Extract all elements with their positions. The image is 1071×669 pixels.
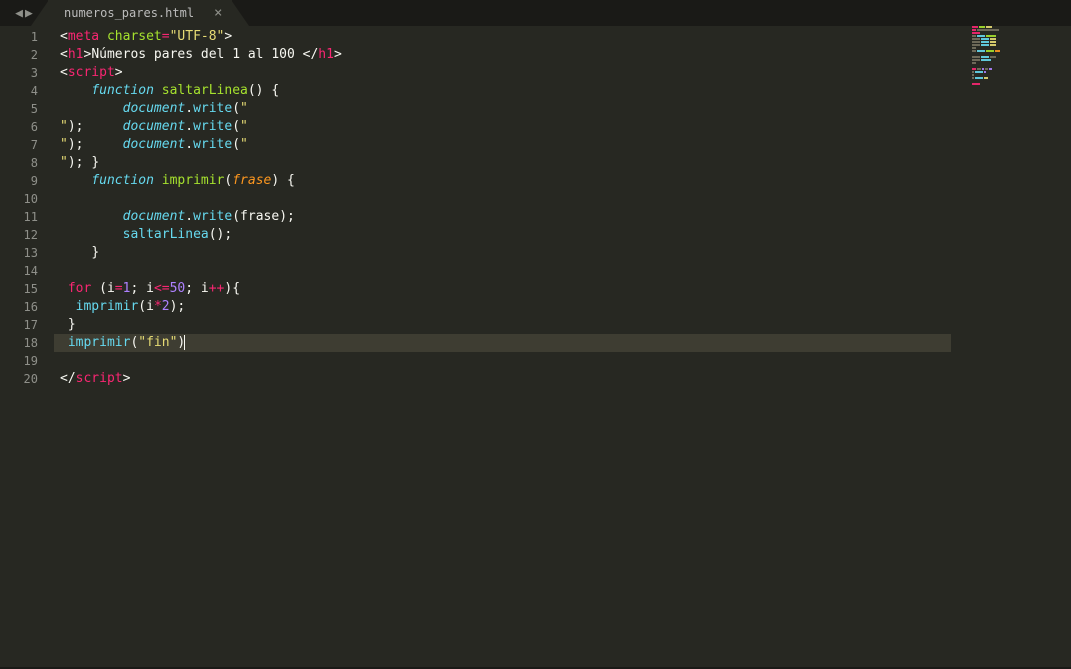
code-line[interactable]: } [60, 154, 1071, 172]
line-number: 15 [0, 280, 38, 298]
line-number: 14 [0, 262, 38, 280]
code-line[interactable] [60, 352, 1071, 370]
text-cursor [184, 335, 185, 350]
code-line[interactable] [60, 190, 1071, 208]
line-number: 20 [0, 370, 38, 388]
code-line[interactable]: document.write(""); [60, 100, 1071, 118]
line-number: 6 [0, 118, 38, 136]
tab-numeros-pares[interactable]: numeros_pares.html × [48, 0, 232, 26]
tab-filename: numeros_pares.html [64, 6, 194, 20]
code-line[interactable]: </script> [60, 370, 1071, 388]
close-icon[interactable]: × [214, 6, 222, 20]
code-line[interactable] [60, 262, 1071, 280]
code-line[interactable]: <script> [60, 64, 1071, 82]
code-line[interactable]: imprimir("fin") [54, 334, 951, 352]
code-line[interactable]: document.write(""); [60, 136, 1071, 154]
title-bar: ◀ ▶ numeros_pares.html × [0, 0, 1071, 26]
line-number: 19 [0, 352, 38, 370]
line-number: 8 [0, 154, 38, 172]
code-line[interactable]: <meta charset="UTF-8"> [60, 28, 1071, 46]
code-line[interactable]: } [60, 244, 1071, 262]
line-number: 12 [0, 226, 38, 244]
line-number: 13 [0, 244, 38, 262]
code-line[interactable]: saltarLinea(); [60, 226, 1071, 244]
line-number: 18 [0, 334, 38, 352]
line-number: 3 [0, 64, 38, 82]
code-line[interactable]: for (i=1; i<=50; i++){ [60, 280, 1071, 298]
code-area[interactable]: <meta charset="UTF-8"><h1>Números pares … [54, 26, 1071, 669]
nav-back-icon[interactable]: ◀ [15, 6, 23, 21]
line-number: 1 [0, 28, 38, 46]
line-number: 2 [0, 46, 38, 64]
line-number: 7 [0, 136, 38, 154]
code-line[interactable]: <h1>Números pares del 1 al 100 </h1> [60, 46, 1071, 64]
code-line[interactable]: function imprimir(frase) { [60, 172, 1071, 190]
line-number: 5 [0, 100, 38, 118]
line-number: 16 [0, 298, 38, 316]
code-line[interactable]: imprimir(i*2); [60, 298, 1071, 316]
editor[interactable]: 1234567891011121314151617181920 <meta ch… [0, 26, 1071, 669]
line-number: 17 [0, 316, 38, 334]
line-number: 11 [0, 208, 38, 226]
code-line[interactable]: document.write(""); [60, 118, 1071, 136]
line-number: 10 [0, 190, 38, 208]
line-number: 4 [0, 82, 38, 100]
gutter: 1234567891011121314151617181920 [0, 26, 54, 669]
line-number: 9 [0, 172, 38, 190]
tab-bar: numeros_pares.html × [48, 0, 232, 26]
code-line[interactable]: document.write(frase); [60, 208, 1071, 226]
code-line[interactable]: function saltarLinea() { [60, 82, 1071, 100]
code-line[interactable]: } [60, 316, 1071, 334]
